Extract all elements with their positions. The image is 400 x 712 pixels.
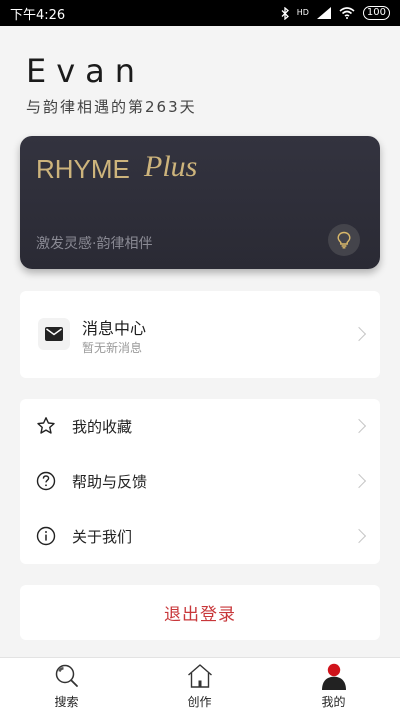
menu-item-about-us[interactable]: 关于我们 [20, 509, 380, 564]
tab-label: 我的 [321, 695, 346, 709]
search-icon [55, 664, 78, 687]
user-icon [321, 663, 346, 690]
status-time: 下午4:26 [10, 7, 66, 23]
home-icon [187, 664, 212, 688]
plus-membership-card[interactable]: RHYME Plus 激发灵感·韵律相伴 [20, 136, 380, 269]
tab-label: 创作 [187, 695, 212, 709]
chevron-right-icon [351, 418, 367, 434]
menu-item-label: 关于我们 [72, 528, 133, 546]
menu-list: 我的收藏 帮助与反馈 关于我们 [20, 399, 380, 564]
chevron-right-icon [351, 326, 367, 342]
bluetooth-icon [281, 6, 289, 20]
star-icon [37, 417, 55, 434]
tab-search[interactable]: 搜索 [0, 658, 133, 712]
chevron-right-icon [351, 473, 367, 489]
logout-label: 退出登录 [164, 605, 236, 625]
help-icon [36, 471, 56, 491]
plus-title: Plus [144, 150, 198, 183]
battery-indicator: 100 [362, 6, 390, 20]
days-with-rhyme: 与韵律相遇的第263天 [26, 98, 197, 116]
message-center-title: 消息中心 [82, 319, 147, 338]
plus-brand-name: RHYME [36, 154, 130, 184]
menu-item-label: 帮助与反馈 [72, 473, 148, 491]
message-center-row[interactable]: 消息中心 暂无新消息 [20, 291, 380, 378]
status-bar: 下午4:26 HD 100 [0, 0, 400, 26]
menu-item-help-feedback[interactable]: 帮助与反馈 [20, 454, 380, 509]
message-center-subtitle: 暂无新消息 [82, 341, 143, 355]
inspiration-button[interactable] [328, 224, 360, 256]
status-icons: HD 100 [281, 6, 390, 20]
info-icon [36, 526, 56, 546]
mail-icon [38, 318, 70, 350]
tab-create[interactable]: 创作 [133, 658, 266, 712]
chevron-right-icon [351, 528, 367, 544]
menu-item-favorites[interactable]: 我的收藏 [20, 399, 380, 454]
signal-icon [316, 7, 331, 19]
lightbulb-icon [337, 231, 351, 249]
tab-label: 搜索 [54, 695, 79, 709]
wifi-icon [339, 7, 355, 19]
logout-button[interactable]: 退出登录 [20, 585, 380, 640]
user-name: Evan [26, 52, 146, 90]
plus-slogan: 激发灵感·韵律相伴 [36, 236, 153, 252]
menu-item-label: 我的收藏 [72, 418, 133, 436]
tab-mine[interactable]: 我的 [267, 658, 400, 712]
bottom-tab-bar: 搜索 创作 我的 [0, 657, 400, 712]
network-type-label: HD [296, 8, 309, 17]
